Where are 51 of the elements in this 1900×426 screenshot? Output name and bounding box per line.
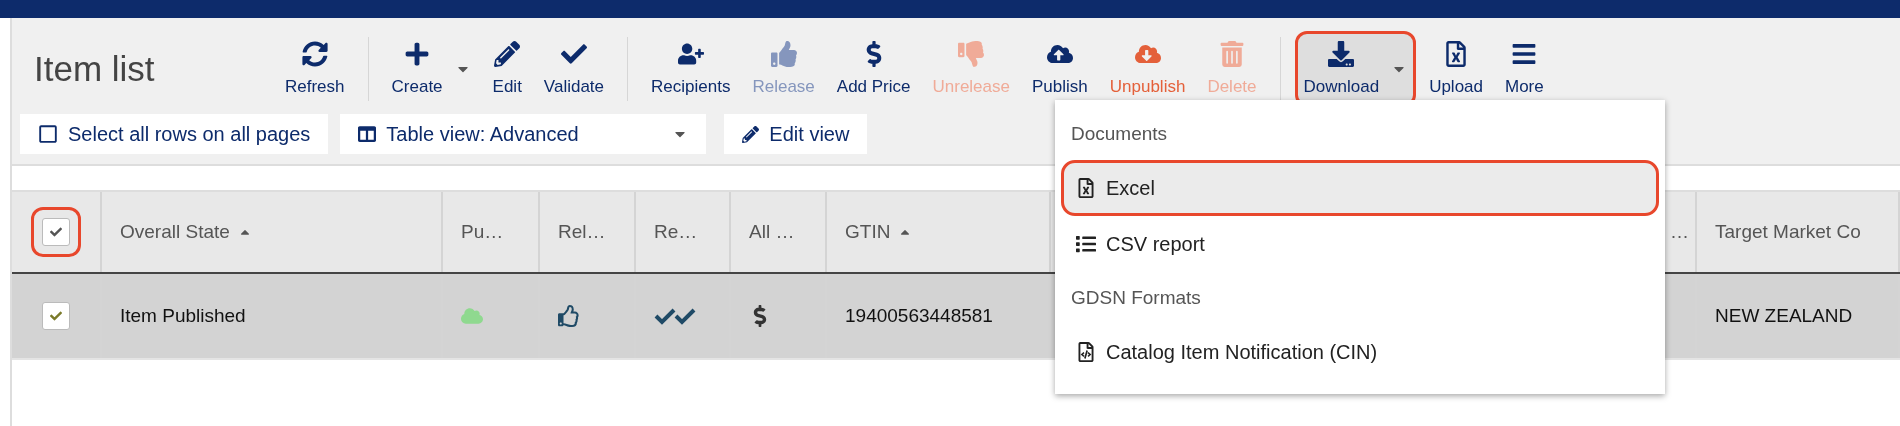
menu-heading: Documents	[1070, 122, 1169, 146]
plus-icon	[404, 41, 431, 67]
check-button[interactable]: Validate	[534, 37, 614, 101]
thumbs-up-icon	[770, 41, 797, 67]
column-header[interactable]: All …	[731, 192, 827, 272]
table-cell: NEW ZEALAND	[1715, 305, 1853, 327]
plus-button[interactable]: Create	[382, 37, 480, 101]
checkbox-icon	[38, 124, 58, 144]
select-all-checkbox[interactable]: Select all rows on all pages	[20, 114, 329, 154]
menu-button[interactable]: More	[1496, 37, 1553, 101]
row-checkbox[interactable]	[42, 302, 70, 330]
file-x-icon	[1076, 178, 1096, 198]
user-plus-icon	[677, 41, 704, 67]
pencil-icon	[742, 125, 760, 143]
trash-icon	[1218, 41, 1245, 67]
column-header[interactable]: Pu…	[443, 192, 540, 272]
file-x-button[interactable]: Upload	[1420, 37, 1492, 101]
header-checkbox[interactable]	[42, 218, 70, 246]
menu-heading: GDSN Formats	[1070, 286, 1202, 310]
menu-item[interactable]: Catalog Item Notification (CIN)	[1061, 324, 1659, 380]
column-header[interactable]: Overall State	[102, 192, 443, 272]
edit-view-button[interactable]: Edit view	[724, 114, 868, 154]
refresh-button[interactable]: Refresh	[276, 37, 354, 101]
table-cell: Item Published	[120, 305, 246, 327]
menu-item[interactable]: CSV report	[1061, 216, 1659, 272]
code-file-icon	[1076, 342, 1096, 362]
thumbs-up-icon	[558, 305, 580, 327]
column-header[interactable]: Re…	[636, 192, 731, 272]
check-icon	[560, 41, 587, 67]
cloud-upload-button[interactable]: Publish	[1023, 37, 1097, 101]
page-title: Item list	[33, 49, 156, 89]
double-check-icon	[654, 307, 696, 325]
column-header[interactable]: GTIN	[827, 192, 1051, 272]
pencil-button[interactable]: Edit	[483, 37, 531, 101]
table-cell: 19400563448581	[845, 305, 993, 327]
check-icon	[50, 226, 62, 238]
pencil-icon	[494, 41, 521, 67]
column-header[interactable]: Rel…	[540, 192, 636, 272]
column-header[interactable]: Target Market Co	[1697, 192, 1900, 272]
thumbs-down-icon	[958, 41, 985, 67]
dollar-button[interactable]: Add Price	[827, 37, 920, 101]
refresh-icon	[301, 41, 328, 67]
list-icon	[1076, 234, 1096, 254]
table-view-dropdown[interactable]: Table view: Advanced	[340, 114, 707, 154]
user-plus-button[interactable]: Recipients	[642, 37, 740, 101]
columns-icon	[358, 125, 377, 143]
menu-icon	[1511, 41, 1538, 67]
cloud-icon	[461, 305, 483, 327]
download-icon	[1328, 41, 1355, 67]
menu-item[interactable]: Excel	[1061, 160, 1659, 216]
check-icon	[50, 310, 62, 322]
